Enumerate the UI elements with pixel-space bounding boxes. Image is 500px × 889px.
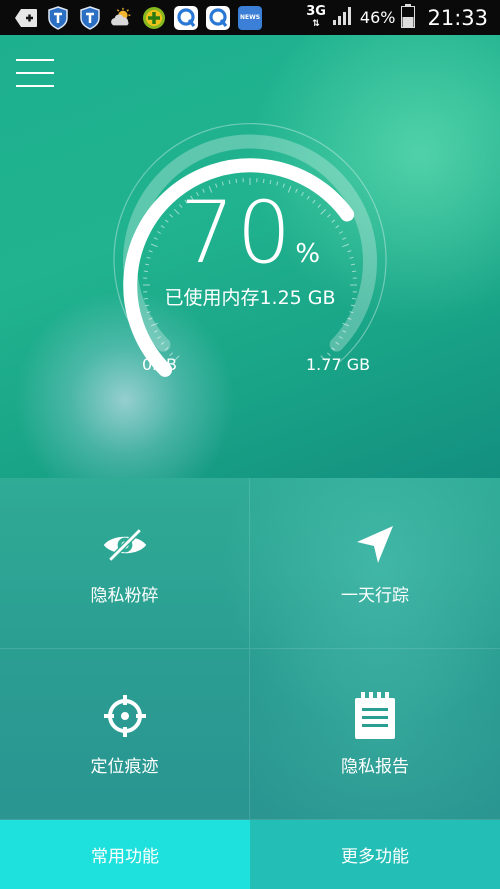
feature-label: 隐私报告 [341, 756, 409, 777]
feature-location-trace[interactable]: 定位痕迹 [0, 649, 250, 820]
plus-icon [142, 6, 166, 30]
bottom-tab-bar: 常用功能 更多功能 [0, 820, 500, 889]
shield-icon [78, 5, 102, 30]
feature-daily-track[interactable]: 一天行踪 [250, 478, 500, 649]
q-icon [206, 5, 230, 30]
feature-privacy-report[interactable]: 隐私报告 [250, 649, 500, 820]
clock: 21:33 [427, 5, 488, 30]
gauge-max-label: 1.77 GB [306, 355, 371, 374]
tab-common-functions[interactable]: 常用功能 [0, 820, 250, 889]
back-icon [14, 6, 38, 30]
feature-label: 定位痕迹 [90, 756, 159, 777]
feature-label: 一天行踪 [341, 585, 409, 606]
weather-icon [110, 6, 134, 30]
news-icon: NEWS [238, 5, 262, 30]
network-type-label: 3G [306, 3, 326, 19]
feature-label: 隐私粉碎 [90, 585, 159, 606]
memory-hero: 70% 已使用内存1.25 GB 0MB 1.77 GB [0, 35, 500, 478]
q-icon [174, 5, 198, 30]
feature-grid: 隐私粉碎 一天行踪 定位痕迹 隐私报告 [0, 478, 500, 820]
eye-slash-icon [101, 521, 149, 569]
battery-percent: 46% [359, 8, 396, 27]
status-bar: NEWS 3G ⇅ 46% 21:33 [0, 0, 500, 35]
memory-percent-unit: % [295, 239, 321, 269]
battery-icon [401, 3, 416, 32]
news-icon-label: NEWS [239, 14, 261, 21]
shield-icon [46, 5, 70, 30]
tab-more-functions[interactable]: 更多功能 [250, 820, 500, 889]
feature-privacy-shred[interactable]: 隐私粉碎 [0, 478, 250, 649]
navigation-arrow-icon [351, 521, 399, 569]
memory-used-text: 已使用内存1.25 GB [164, 287, 336, 309]
crosshair-icon [101, 692, 149, 740]
memory-percent: 70% [0, 183, 500, 283]
signal-icon [332, 6, 354, 30]
memory-percent-value: 70 [179, 183, 294, 283]
gauge-min-label: 0MB [142, 355, 177, 374]
network-type: 3G ⇅ [306, 3, 326, 29]
notepad-icon [351, 691, 399, 740]
